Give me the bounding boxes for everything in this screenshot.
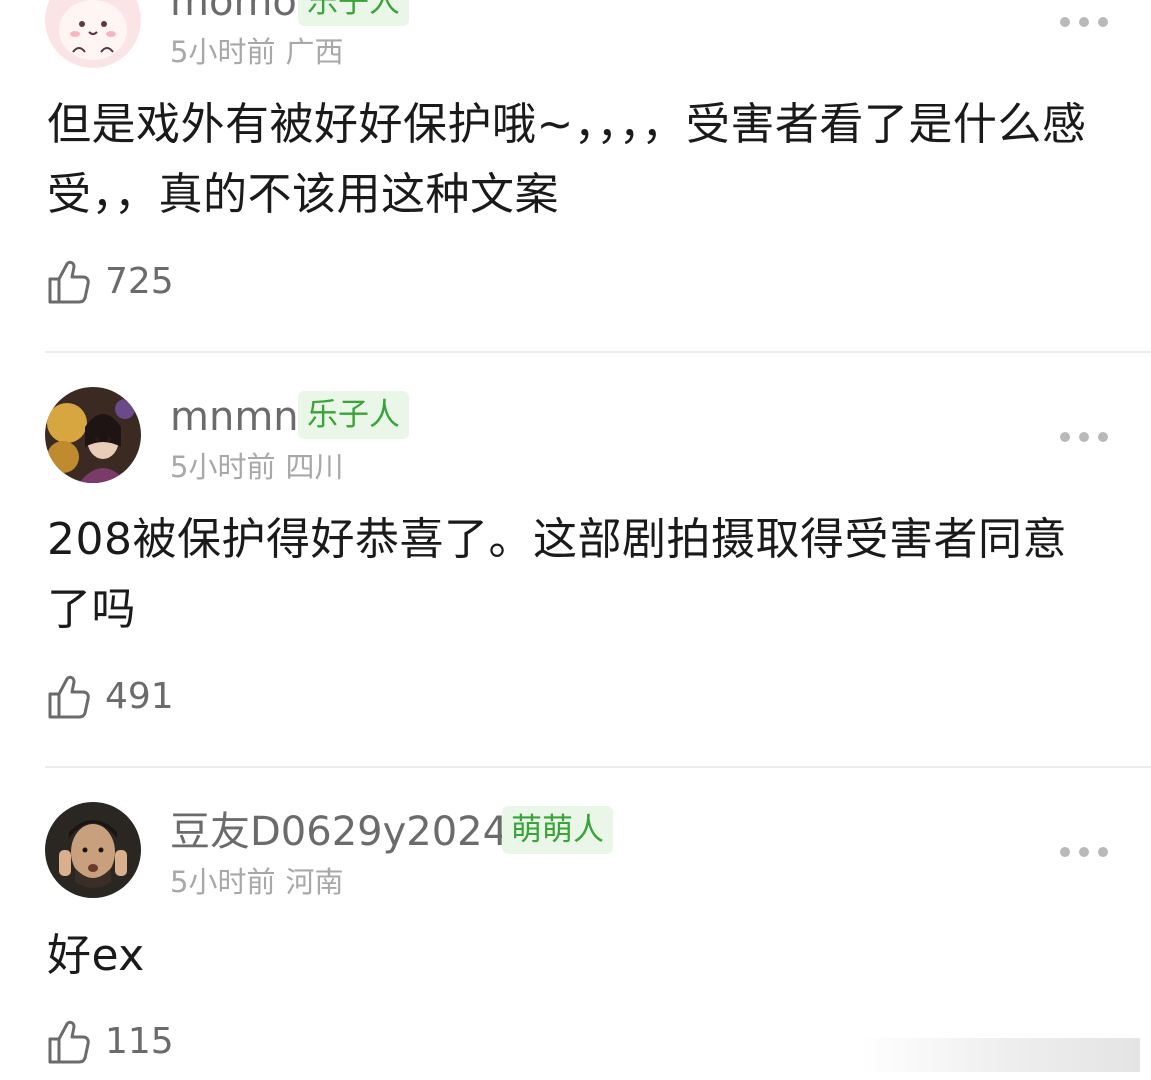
comment-location: 河南 [285, 865, 344, 899]
avatar[interactable] [45, 0, 141, 68]
like-button[interactable]: 725 [47, 257, 174, 307]
like-count: 491 [105, 676, 174, 717]
more-dot-icon [1060, 847, 1070, 857]
user-badge: 乐子人 [298, 391, 409, 439]
comment-text: 208被保护得好恭喜了。这部剧拍摄取得受害者同意了吗 [47, 514, 1067, 635]
comment-text: 但是戏外有被好好保护哦~，，，，受害者看了是什么感受，，真的不该用这种文案 [47, 99, 1087, 220]
comment-text: 好ex [47, 930, 145, 981]
thumbs-up-icon [48, 1020, 90, 1064]
drama-still-avatar-icon [45, 387, 141, 483]
more-dot-icon [1098, 847, 1108, 857]
like-button[interactable]: 115 [47, 1017, 174, 1067]
more-dot-icon [1098, 432, 1108, 442]
user-badge: 乐子人 [298, 0, 409, 26]
comment-time: 5小时前 [170, 450, 276, 484]
username[interactable]: 豆友D0629y2024 [170, 808, 508, 856]
more-dot-icon [1098, 17, 1108, 27]
divider [45, 351, 1151, 353]
comment-time: 5小时前 [170, 35, 276, 69]
divider [45, 766, 1151, 768]
avatar[interactable] [45, 387, 141, 483]
user-badge: 萌萌人 [502, 806, 613, 854]
more-options-button[interactable] [1060, 427, 1108, 447]
comment-time: 5小时前 [170, 865, 276, 899]
more-dot-icon [1079, 17, 1089, 27]
comment-meta: 5小时前 四川 [170, 449, 343, 485]
man-portrait-avatar-icon [45, 802, 141, 898]
more-options-button[interactable] [1060, 12, 1108, 32]
comment-location: 广西 [285, 35, 344, 69]
like-button[interactable]: 491 [47, 672, 174, 722]
comment-meta: 5小时前 河南 [170, 864, 343, 900]
more-dot-icon [1060, 17, 1070, 27]
thumbs-up-icon [48, 675, 90, 719]
more-dot-icon [1079, 432, 1089, 442]
like-count: 115 [105, 1021, 174, 1062]
like-count: 725 [105, 261, 174, 302]
cartoon-bunny-avatar-icon [45, 0, 141, 68]
avatar[interactable] [45, 802, 141, 898]
username[interactable]: momo [170, 0, 297, 26]
username[interactable]: mnmn [170, 393, 299, 441]
watermark [860, 1038, 1140, 1072]
more-dot-icon [1079, 847, 1089, 857]
thumbs-up-icon [48, 260, 90, 304]
more-dot-icon [1060, 432, 1070, 442]
more-options-button[interactable] [1060, 842, 1108, 862]
comment-location: 四川 [285, 450, 344, 484]
comment-meta: 5小时前 广西 [170, 34, 343, 70]
